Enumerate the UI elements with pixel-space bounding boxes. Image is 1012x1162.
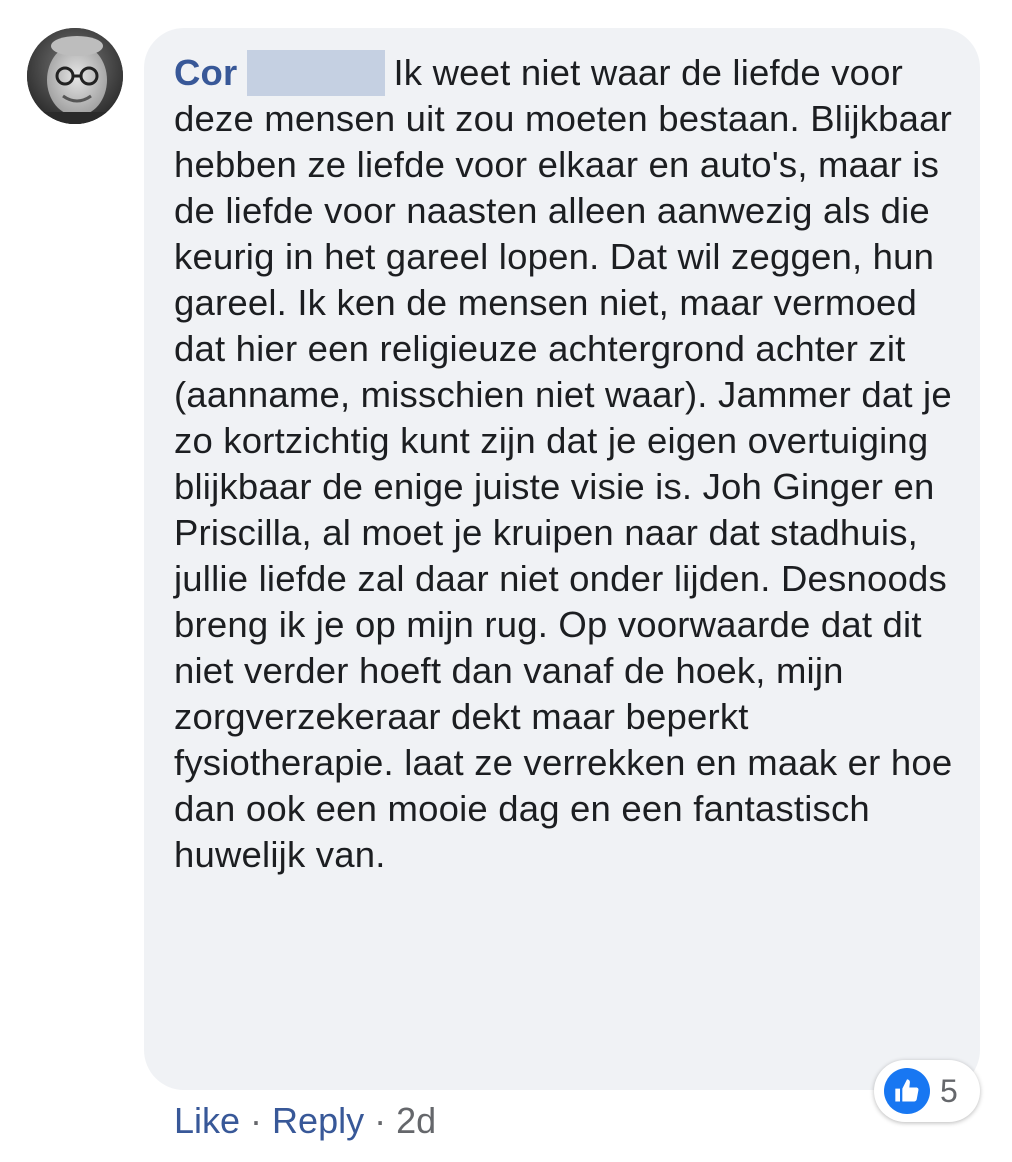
comment-actions: Like · Reply · 2d <box>174 1098 436 1144</box>
separator: · <box>250 1100 263 1141</box>
reply-link[interactable]: Reply <box>272 1100 364 1141</box>
reaction-count: 5 <box>940 1073 958 1109</box>
comment-text: Ik weet niet waar de liefde voor deze me… <box>174 52 953 875</box>
like-link[interactable]: Like <box>174 1100 240 1141</box>
comment-body: Cor Ik weet niet waar de liefde voor deze… <box>174 50 964 878</box>
avatar[interactable] <box>27 28 123 124</box>
like-thumb-icon <box>884 1068 930 1114</box>
reaction-badge[interactable]: 5 <box>874 1060 980 1122</box>
separator: · <box>374 1100 387 1141</box>
comment-timestamp[interactable]: 2d <box>396 1100 436 1141</box>
redacted-surname-block <box>247 50 386 96</box>
avatar-photo <box>27 28 123 124</box>
comment-author[interactable]: Cor <box>174 52 237 93</box>
